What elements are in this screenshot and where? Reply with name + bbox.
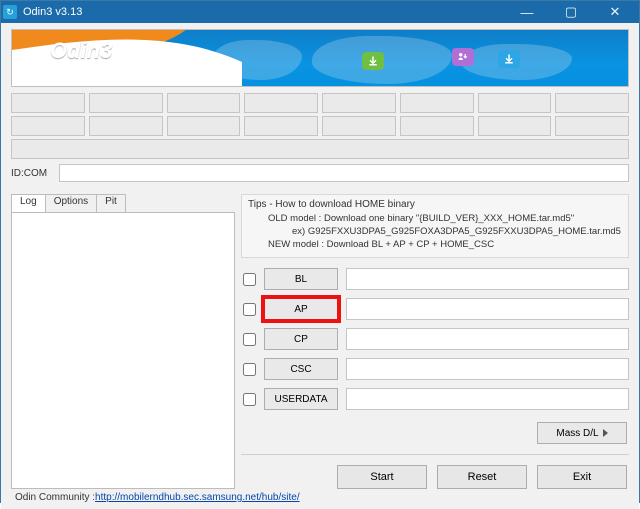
action-row: Start Reset Exit: [241, 465, 629, 489]
tab-pit[interactable]: Pit: [96, 194, 126, 212]
banner-title: Odin3: [50, 38, 112, 64]
log-box[interactable]: [11, 212, 235, 489]
banner-swoosh: [12, 29, 242, 87]
port-slot: [244, 116, 318, 136]
slot-checkbox[interactable]: [243, 333, 256, 346]
exit-button[interactable]: Exit: [537, 465, 627, 489]
start-button[interactable]: Start: [337, 465, 427, 489]
banner: Odin3: [11, 29, 629, 87]
community-link[interactable]: http://mobilerndhub.sec.samsung.net/hub/…: [95, 492, 300, 503]
port-row-mid: [11, 116, 629, 136]
idcom-label: ID:COM: [11, 168, 59, 179]
port-slot: [478, 116, 552, 136]
port-row-bottom: [11, 139, 629, 159]
slot-path[interactable]: [346, 328, 629, 350]
app-window: ↻ Odin3 v3.13 — ▢ ✕ Odin3: [0, 0, 640, 503]
tips-line: NEW model : Download BL + AP + CP + HOME…: [248, 239, 622, 252]
tips-line: OLD model : Download one binary "{BUILD_…: [248, 213, 622, 226]
slot-checkbox[interactable]: [243, 273, 256, 286]
left-pane: Log Options Pit: [11, 194, 235, 489]
port-slot: [167, 116, 241, 136]
reset-button[interactable]: Reset: [437, 465, 527, 489]
port-slot: [89, 93, 163, 113]
idcom-input[interactable]: [59, 164, 629, 182]
slot-button-bl[interactable]: BL: [264, 268, 338, 290]
tabs: Log Options Pit: [11, 194, 235, 212]
close-button[interactable]: ✕: [593, 1, 637, 23]
titlebar[interactable]: ↻ Odin3 v3.13 — ▢ ✕: [1, 1, 639, 23]
port-slot: [167, 93, 241, 113]
maximize-button[interactable]: ▢: [549, 1, 593, 23]
port-slot: [322, 116, 396, 136]
slot-row-csc: CSC: [241, 358, 629, 380]
slot-button-cp[interactable]: CP: [264, 328, 338, 350]
slot-checkbox[interactable]: [243, 303, 256, 316]
port-slot: [89, 116, 163, 136]
mass-download-label: Mass D/L: [556, 428, 598, 439]
slot-checkbox[interactable]: [243, 393, 256, 406]
port-slot: [400, 116, 474, 136]
tips-heading: Tips - How to download HOME binary: [248, 199, 622, 210]
slot-path[interactable]: [346, 358, 629, 380]
port-slot: [555, 116, 629, 136]
slot-list: BL AP CP CSC USERDATA: [241, 268, 629, 418]
footer-prefix: Odin Community :: [15, 492, 95, 503]
tips-line: ex) G925FXXU3DPA5_G925FOXA3DPA5_G925FXXU…: [248, 226, 622, 239]
slot-row-cp: CP: [241, 328, 629, 350]
mass-download-button[interactable]: Mass D/L: [537, 422, 627, 444]
divider: [241, 454, 629, 455]
slot-button-userdata[interactable]: USERDATA: [264, 388, 338, 410]
slot-path[interactable]: [346, 298, 629, 320]
slot-path[interactable]: [346, 388, 629, 410]
port-slot: [555, 93, 629, 113]
chevron-right-icon: [603, 429, 608, 437]
slot-path[interactable]: [346, 268, 629, 290]
port-slot: [11, 93, 85, 113]
download-icon: [362, 52, 384, 70]
port-slot: [322, 93, 396, 113]
user-download-icon: [452, 48, 474, 66]
slot-row-userdata: USERDATA: [241, 388, 629, 410]
port-slot: [478, 93, 552, 113]
port-slot: [244, 93, 318, 113]
footer: Odin Community : http://mobilerndhub.sec…: [11, 489, 629, 505]
tab-options[interactable]: Options: [45, 194, 97, 212]
tips-box: Tips - How to download HOME binary OLD m…: [241, 194, 629, 258]
slot-button-csc[interactable]: CSC: [264, 358, 338, 380]
minimize-button[interactable]: —: [505, 1, 549, 23]
slot-button-ap[interactable]: AP: [264, 298, 338, 320]
download-icon-2: [498, 50, 520, 68]
port-slot: [11, 116, 85, 136]
window-title: Odin3 v3.13: [23, 6, 82, 18]
slot-row-bl: BL: [241, 268, 629, 290]
app-icon: ↻: [3, 5, 17, 19]
port-long: [11, 139, 629, 159]
port-slot: [400, 93, 474, 113]
right-pane: Tips - How to download HOME binary OLD m…: [241, 194, 629, 489]
client-area: Odin3 ID:COM: [1, 23, 639, 509]
slot-row-ap: AP: [241, 298, 629, 320]
tab-log[interactable]: Log: [11, 194, 46, 212]
idcom-row: ID:COM: [11, 164, 629, 182]
port-row-top: [11, 93, 629, 113]
slot-checkbox[interactable]: [243, 363, 256, 376]
